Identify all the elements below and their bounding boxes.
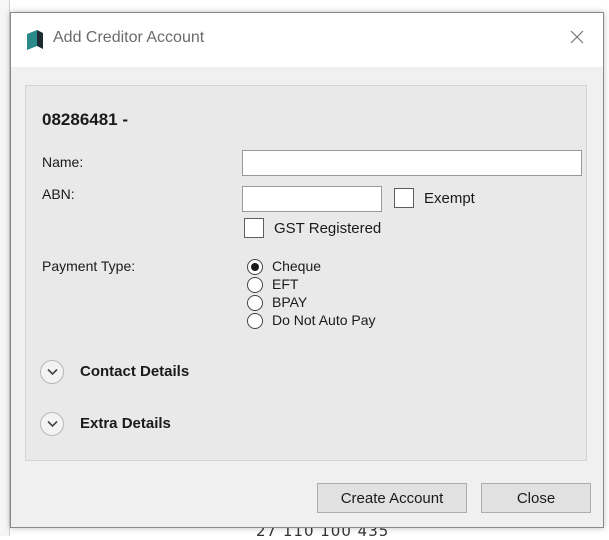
name-label: Name:	[42, 154, 84, 170]
dialog-title: Add Creditor Account	[53, 29, 205, 46]
payment-option-label: Cheque	[272, 258, 322, 274]
contact-details-section[interactable]: Contact Details	[80, 363, 189, 380]
payment-radio-do-not-auto-pay[interactable]	[247, 313, 263, 329]
extra-details-section[interactable]: Extra Details	[80, 415, 171, 432]
exempt-label: Exempt	[424, 190, 475, 207]
add-creditor-dialog: Add Creditor Account 08286481 - Name: AB…	[10, 12, 604, 528]
title-bar: Add Creditor Account	[11, 13, 603, 67]
close-button[interactable]: Close	[481, 483, 591, 513]
payment-option-label: EFT	[272, 276, 299, 292]
chevron-down-icon	[47, 368, 58, 376]
form-panel: 08286481 - Name: ABN: Exempt GST Registe…	[25, 85, 587, 461]
background-window-edge	[0, 0, 10, 536]
payment-radio-cheque[interactable]	[247, 259, 263, 275]
extra-details-expander[interactable]	[40, 412, 64, 436]
payment-option-label: BPAY	[272, 294, 308, 310]
create-account-button[interactable]: Create Account	[317, 483, 467, 513]
abn-label: ABN:	[42, 186, 75, 202]
exempt-checkbox[interactable]	[394, 188, 414, 208]
name-input[interactable]	[242, 150, 582, 176]
payment-type-label: Payment Type:	[42, 258, 136, 274]
abn-input[interactable]	[242, 186, 382, 212]
gst-registered-label: GST Registered	[274, 220, 382, 237]
payment-radio-eft[interactable]	[247, 277, 263, 293]
gst-registered-checkbox[interactable]	[244, 218, 264, 238]
payment-option-label: Do Not Auto Pay	[272, 312, 376, 328]
app-logo-icon	[27, 30, 43, 50]
account-number-heading: 08286481 -	[42, 110, 129, 129]
close-icon[interactable]	[565, 25, 589, 49]
contact-details-expander[interactable]	[40, 360, 64, 384]
chevron-down-icon	[47, 420, 58, 428]
payment-radio-bpay[interactable]	[247, 295, 263, 311]
